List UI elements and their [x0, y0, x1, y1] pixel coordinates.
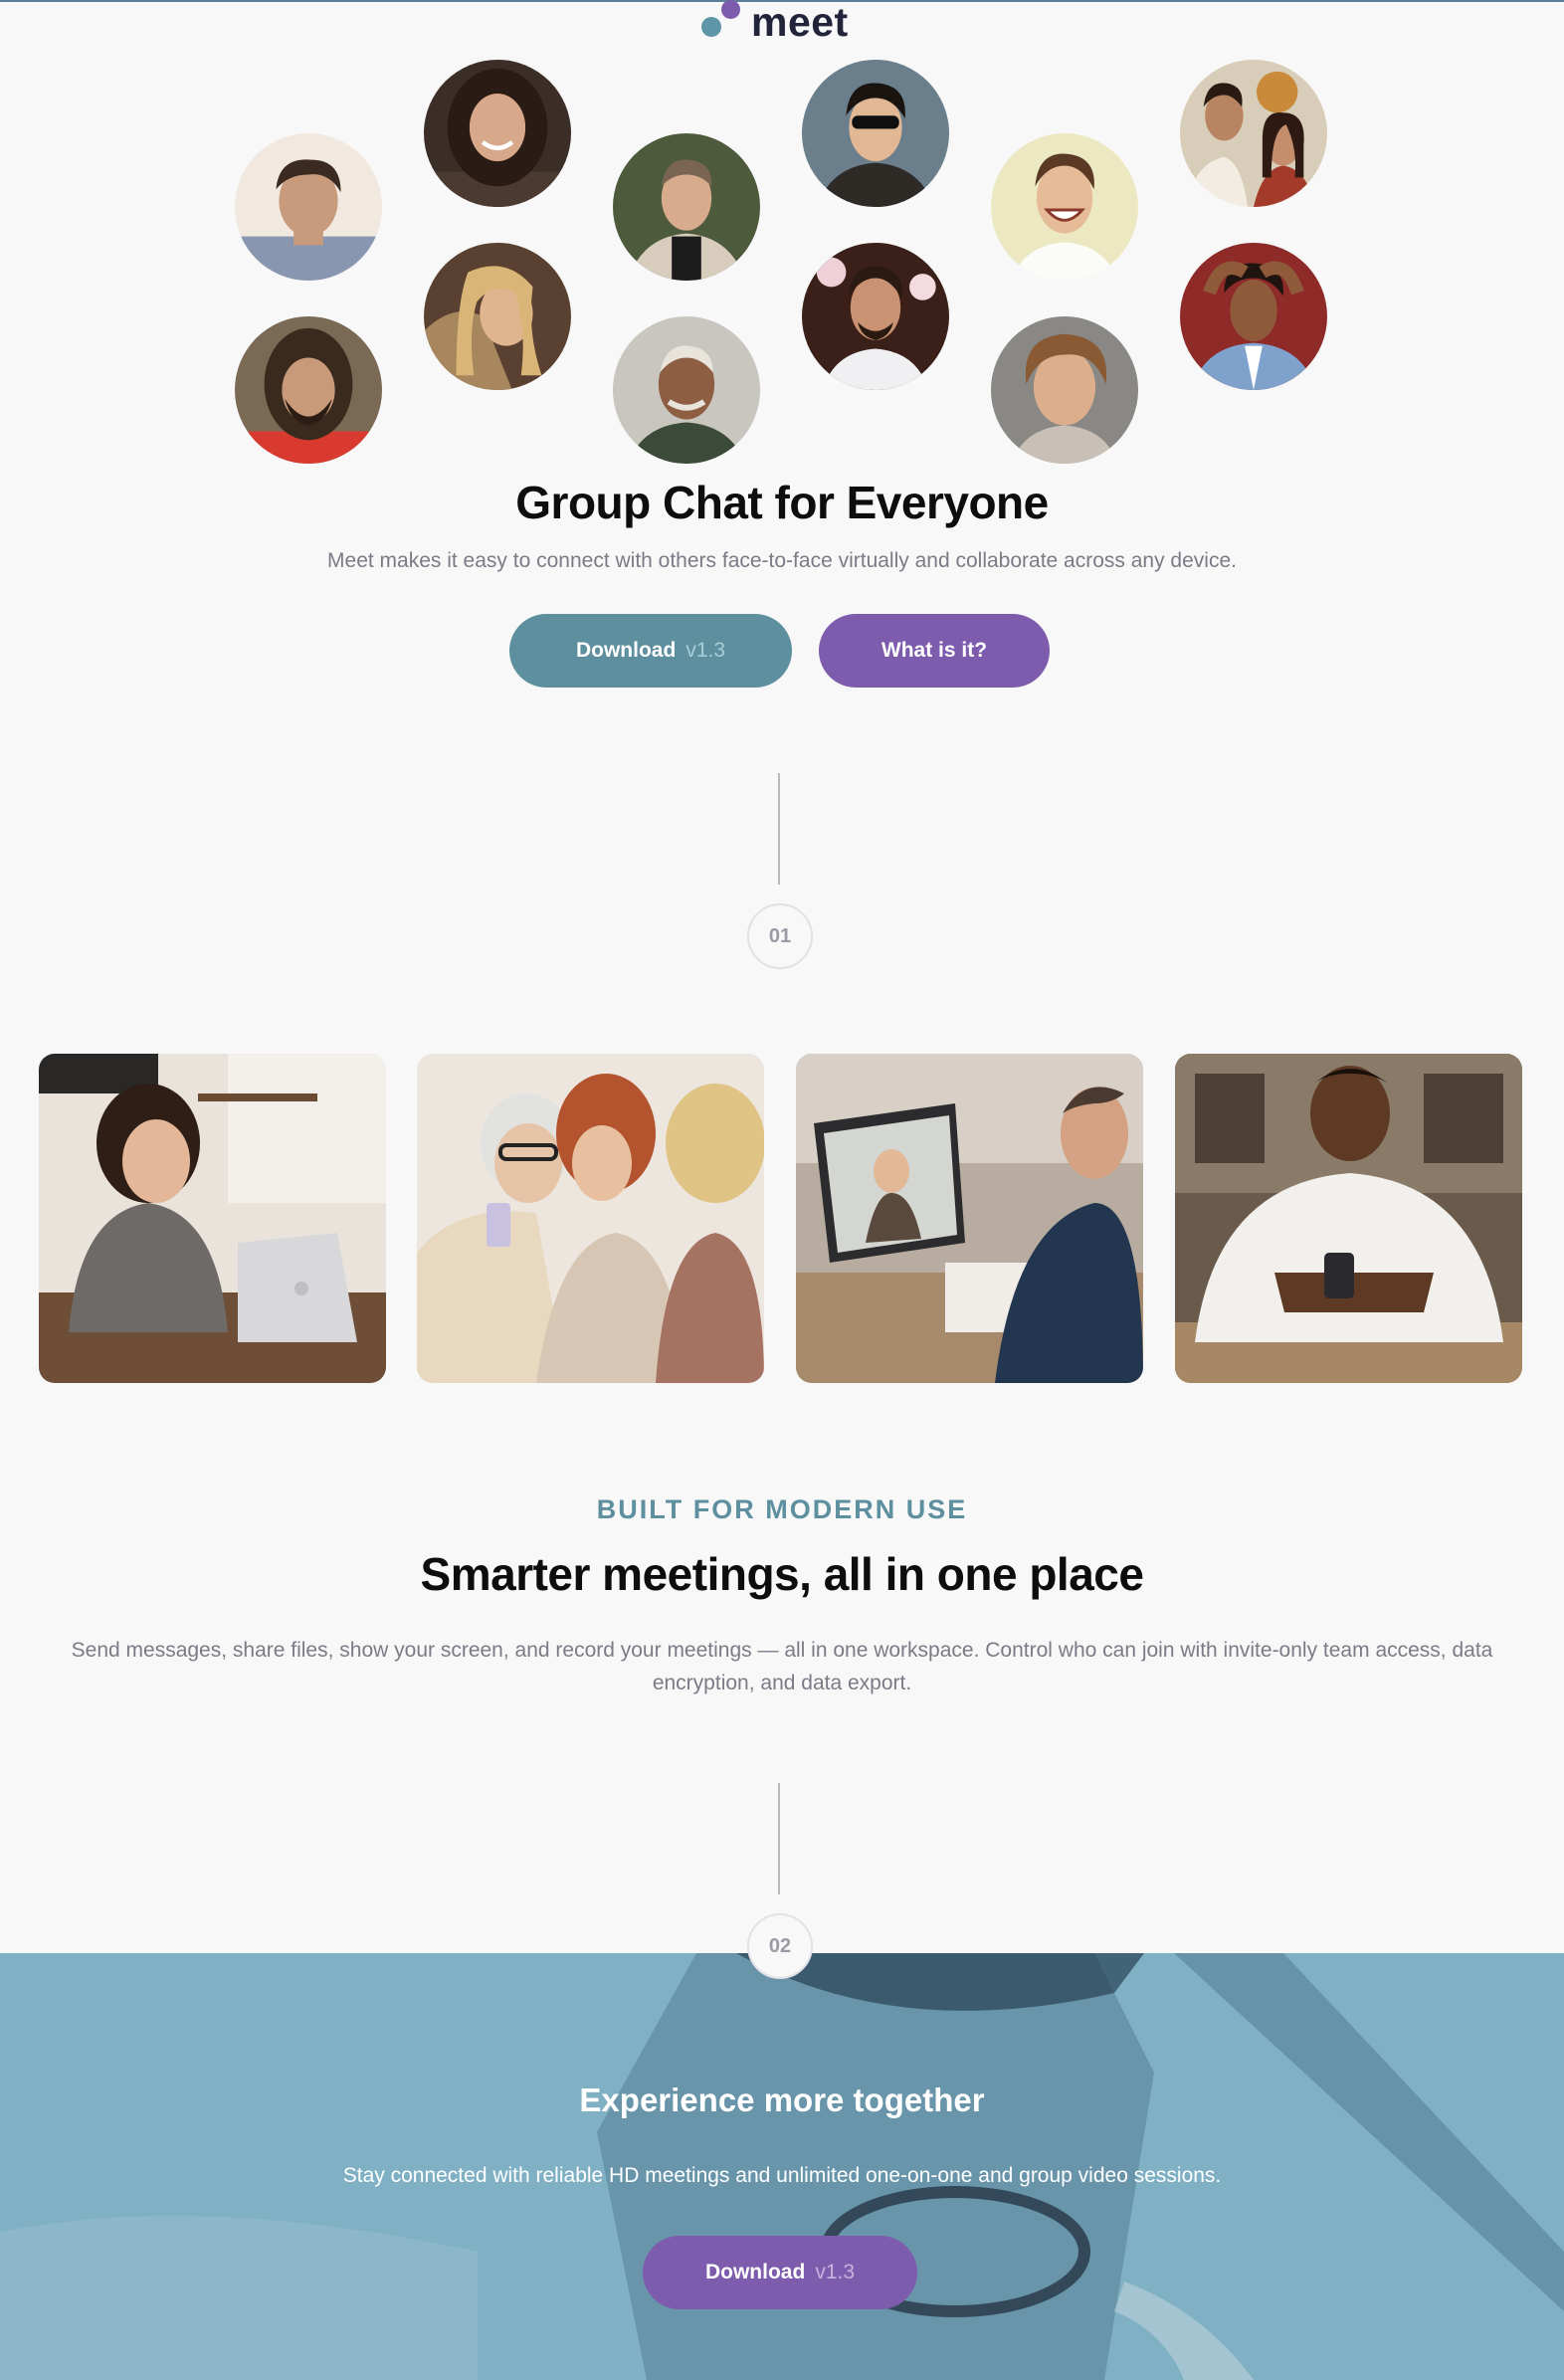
- download-label: Download: [704, 2261, 806, 2283]
- step-badge: 01: [747, 903, 813, 969]
- what-is-it-button[interactable]: What is it?: [819, 614, 1050, 688]
- download-button[interactable]: Download v1.3: [509, 614, 792, 688]
- avatar: [235, 133, 382, 281]
- avatar: [991, 133, 1138, 281]
- avatar: [1180, 243, 1327, 390]
- logo-dots-icon: [696, 0, 740, 44]
- section-divider-line: [778, 773, 780, 885]
- brand-logo[interactable]: meet: [696, 0, 849, 45]
- features-body: Send messages, share files, show your sc…: [71, 1639, 1493, 1694]
- avatar: [235, 316, 382, 464]
- section-divider-line: [778, 1783, 780, 1894]
- what-is-it-label: What is it?: [880, 639, 988, 662]
- banner-title: Experience more together: [579, 2082, 985, 2118]
- hero-title: Group Chat for Everyone: [515, 477, 1049, 528]
- photo-women-phone: [417, 1054, 764, 1383]
- avatar: [802, 243, 949, 390]
- features-eyebrow: BUILT FOR MODERN USE: [596, 1494, 968, 1524]
- features-title: Smarter meetings, all in one place: [420, 1548, 1144, 1600]
- avatar: [613, 133, 760, 281]
- avatar: [991, 316, 1138, 464]
- avatar: [424, 243, 571, 390]
- avatar: [613, 316, 760, 464]
- banner-download-button[interactable]: Download v1.3: [643, 2236, 917, 2309]
- download-version: v1.3: [685, 639, 726, 662]
- download-version: v1.3: [815, 2261, 856, 2283]
- download-label: Download: [575, 639, 677, 662]
- avatar: [1180, 60, 1327, 207]
- photo-video-call: [796, 1054, 1143, 1383]
- banner-subtitle: Stay connected with reliable HD meetings…: [342, 2164, 1222, 2187]
- photo-man-phone: [1175, 1054, 1522, 1383]
- avatar: [802, 60, 949, 207]
- hero-subtitle: Meet makes it easy to connect with other…: [327, 549, 1237, 572]
- step-number: 02: [768, 1934, 792, 1957]
- step-badge: 02: [747, 1913, 813, 1979]
- brand-name: meet: [751, 0, 849, 45]
- step-number: 01: [768, 924, 792, 947]
- photo-woman-laptop: [39, 1054, 386, 1383]
- avatar: [424, 60, 571, 207]
